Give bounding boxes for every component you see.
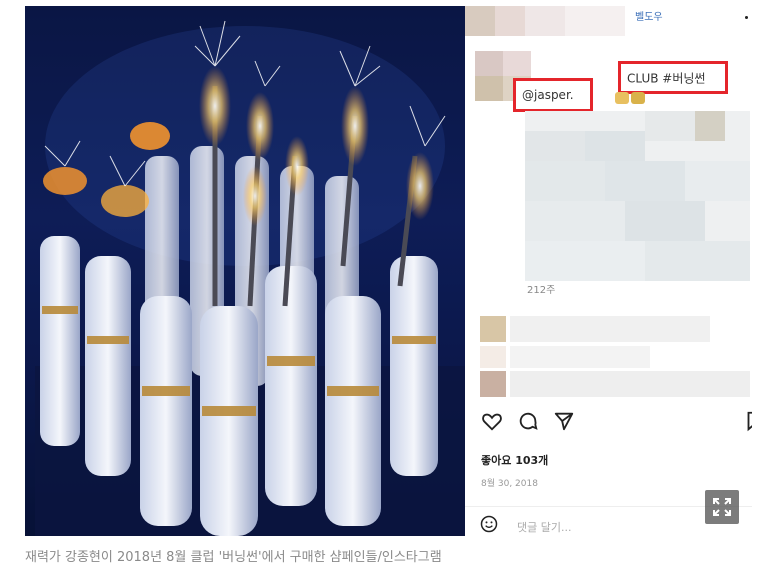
image-caption: 재력가 강종현이 2018년 8월 클럽 '버닝썬'에서 구매한 샴페인들/인스… (25, 550, 442, 565)
emoji-decoration (615, 92, 647, 104)
blurred-comment (525, 111, 750, 281)
more-options-icon[interactable] (745, 16, 748, 19)
like-count[interactable]: 좋아요 103개 (481, 452, 548, 468)
blurred-header (465, 6, 625, 36)
champagne-illustration (25, 6, 465, 536)
heart-icon[interactable] (481, 410, 503, 432)
instagram-post: 벨도우 @jasper. CLUB #버닝썬 212주 좋아요 103개 8월 … (465, 6, 752, 536)
post-date: 8월 30, 2018 (481, 479, 538, 489)
emoji-icon[interactable] (479, 514, 499, 534)
comment-input[interactable]: 댓글 달기... (517, 519, 571, 535)
comment-icon[interactable] (517, 410, 539, 432)
expand-image-button[interactable] (705, 490, 739, 524)
reply-count[interactable]: 212주 (527, 281, 555, 296)
mention-text: @jasper. (522, 88, 574, 102)
club-hashtag-text: CLUB #버닝썬 (627, 71, 706, 85)
send-icon[interactable] (553, 410, 575, 432)
champagne-photo (25, 6, 465, 536)
blurred-comments-lower (480, 316, 750, 397)
article-figure: 벨도우 @jasper. CLUB #버닝썬 212주 좋아요 103개 8월 … (25, 6, 752, 536)
bookmark-icon[interactable] (743, 410, 752, 432)
club-hashtag-highlight: CLUB #버닝썬 (618, 61, 728, 94)
mention-highlight: @jasper. (513, 78, 593, 112)
expand-icon (713, 498, 731, 516)
post-author-name[interactable]: 벨도우 (635, 8, 663, 23)
